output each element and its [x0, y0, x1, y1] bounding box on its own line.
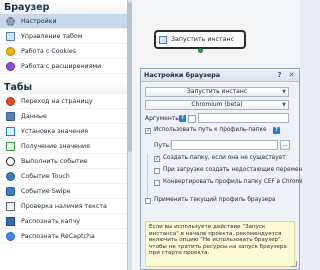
browse-button[interactable]: ... [280, 140, 290, 150]
sidebar-item-settings[interactable]: Настройки [0, 14, 127, 29]
dialog-titlebar[interactable]: Настройки браузера ? ✕ [141, 69, 299, 82]
touch-icon [6, 171, 15, 181]
cookie-icon [6, 46, 15, 56]
edit-icon[interactable] [188, 114, 196, 123]
chevron-down-icon: ▼ [282, 102, 286, 108]
close-button[interactable]: ✕ [287, 71, 296, 80]
captcha-icon [6, 216, 15, 226]
use-profile-path-checkbox[interactable]: ✓ [145, 128, 151, 134]
sidebar-item-extensions[interactable]: Работа с расширениями [0, 59, 127, 74]
sidebar-item-label: Распознать капчу [21, 217, 81, 225]
sidebar-item-get-value[interactable]: Получение значения [0, 139, 127, 154]
create-folder-label: Создать папку, если она не существует [163, 155, 286, 161]
dialog-body: Запустить инстанс ▼ Chromium (beta) ▼ Ар… [141, 83, 303, 269]
chevron-down-icon: ▼ [282, 89, 286, 95]
profile-path-input[interactable] [171, 140, 278, 150]
sidebar-item-recaptcha[interactable]: Распознать ReCaptcha [0, 229, 127, 244]
info-note: Если вы используете действие "Запуск инс… [145, 221, 295, 267]
sidebar-item-swipe[interactable]: Событие Swipe [0, 184, 127, 199]
convert-profile-label: Конвертировать профиль папку CEF в Chrom… [163, 179, 303, 185]
sidebar-item-cookies[interactable]: Работа с Cookies [0, 44, 127, 59]
browser-settings-dialog: Настройки браузера ? ✕ Запустить инстанс… [140, 68, 303, 270]
options-group-line [147, 154, 148, 204]
create-folder-checkbox[interactable]: ✓ [154, 156, 160, 162]
sidebar-item-label: Получение значения [21, 142, 90, 150]
connector-dot[interactable] [198, 48, 203, 53]
sidebar-item-label: Работа с расширениями [21, 62, 102, 70]
sidebar-item-text-check[interactable]: Проверка наличия текста [0, 199, 127, 214]
apply-current-profile-label: Применить текущий профиль браузера [154, 197, 276, 203]
engine-dropdown[interactable]: Chromium (beta) ▼ [145, 100, 289, 110]
sidebar-item-label: Управление табом [21, 32, 83, 40]
sidebar-item-set-value[interactable]: Установка значения [0, 124, 127, 139]
sidebar-item-captcha[interactable]: Распознать капчу [0, 214, 127, 229]
extension-icon [6, 61, 15, 71]
help-button[interactable]: ? [275, 71, 284, 80]
recaptcha-icon [6, 231, 15, 241]
sidebar-item-label: Проверка наличия текста [21, 202, 107, 210]
set-value-icon [6, 126, 15, 136]
sidebar-item-label: Распознать ReCaptcha [21, 232, 95, 240]
browser-window-icon [159, 35, 167, 44]
sidebar-item-label: Событие Touch [21, 172, 70, 180]
mode-dropdown[interactable]: Запустить инстанс ▼ [145, 87, 289, 97]
sidebar-item-navigate[interactable]: Переход на страницу [0, 94, 127, 109]
sidebar-item-label: Данные [21, 112, 47, 120]
swipe-icon [6, 186, 15, 196]
sidebar-item-label: Переход на страницу [21, 97, 93, 105]
engine-dropdown-value: Chromium (beta) [191, 101, 243, 108]
dialog-title: Настройки браузера [144, 71, 221, 79]
create-variables-label: При загрузке создать недостающие перемен [163, 167, 303, 173]
get-value-icon [6, 141, 15, 151]
event-icon [6, 156, 15, 166]
sidebar-item-tab-management[interactable]: Управление табом [0, 29, 127, 44]
help-icon[interactable]: ? [179, 115, 186, 122]
sidebar-item-execute-event[interactable]: Выполнить событие [0, 154, 127, 169]
text-check-icon [6, 201, 15, 211]
help-icon[interactable]: ? [273, 127, 280, 134]
create-variables-checkbox[interactable] [154, 168, 160, 174]
apply-current-profile-checkbox[interactable] [145, 198, 151, 204]
path-label: Путь: [154, 142, 172, 149]
sidebar-item-label: Выполнить событие [21, 157, 88, 165]
use-profile-path-label: Использовать путь к профиль-папке [154, 127, 267, 133]
resize-grip[interactable] [291, 261, 297, 267]
navigate-icon [6, 96, 15, 106]
sidebar-item-label: Установка значения [21, 127, 89, 135]
sidebar-item-label: Настройки [21, 17, 57, 25]
arguments-input[interactable] [198, 113, 289, 123]
section-header-tabs[interactable]: Табы [0, 80, 127, 94]
sidebar: Браузер Настройки Управление табом Работ… [0, 0, 128, 270]
sidebar-item-label: Событие Swipe [21, 187, 71, 195]
convert-profile-checkbox[interactable] [154, 180, 160, 186]
sidebar-item-touch[interactable]: Событие Touch [0, 169, 127, 184]
sidebar-item-data[interactable]: Данные [0, 109, 127, 124]
arguments-label: Аргументы [145, 115, 180, 122]
data-icon [6, 111, 15, 121]
mode-dropdown-value: Запустить инстанс [186, 88, 248, 95]
tab-icon [6, 31, 15, 41]
section-header-browser[interactable]: Браузер [0, 0, 127, 14]
sidebar-item-label: Работа с Cookies [21, 47, 77, 55]
action-node-label: Запустить инстанс [171, 36, 235, 43]
gear-icon [6, 16, 15, 26]
action-node-launch-instance[interactable]: Запустить инстанс [154, 30, 246, 49]
